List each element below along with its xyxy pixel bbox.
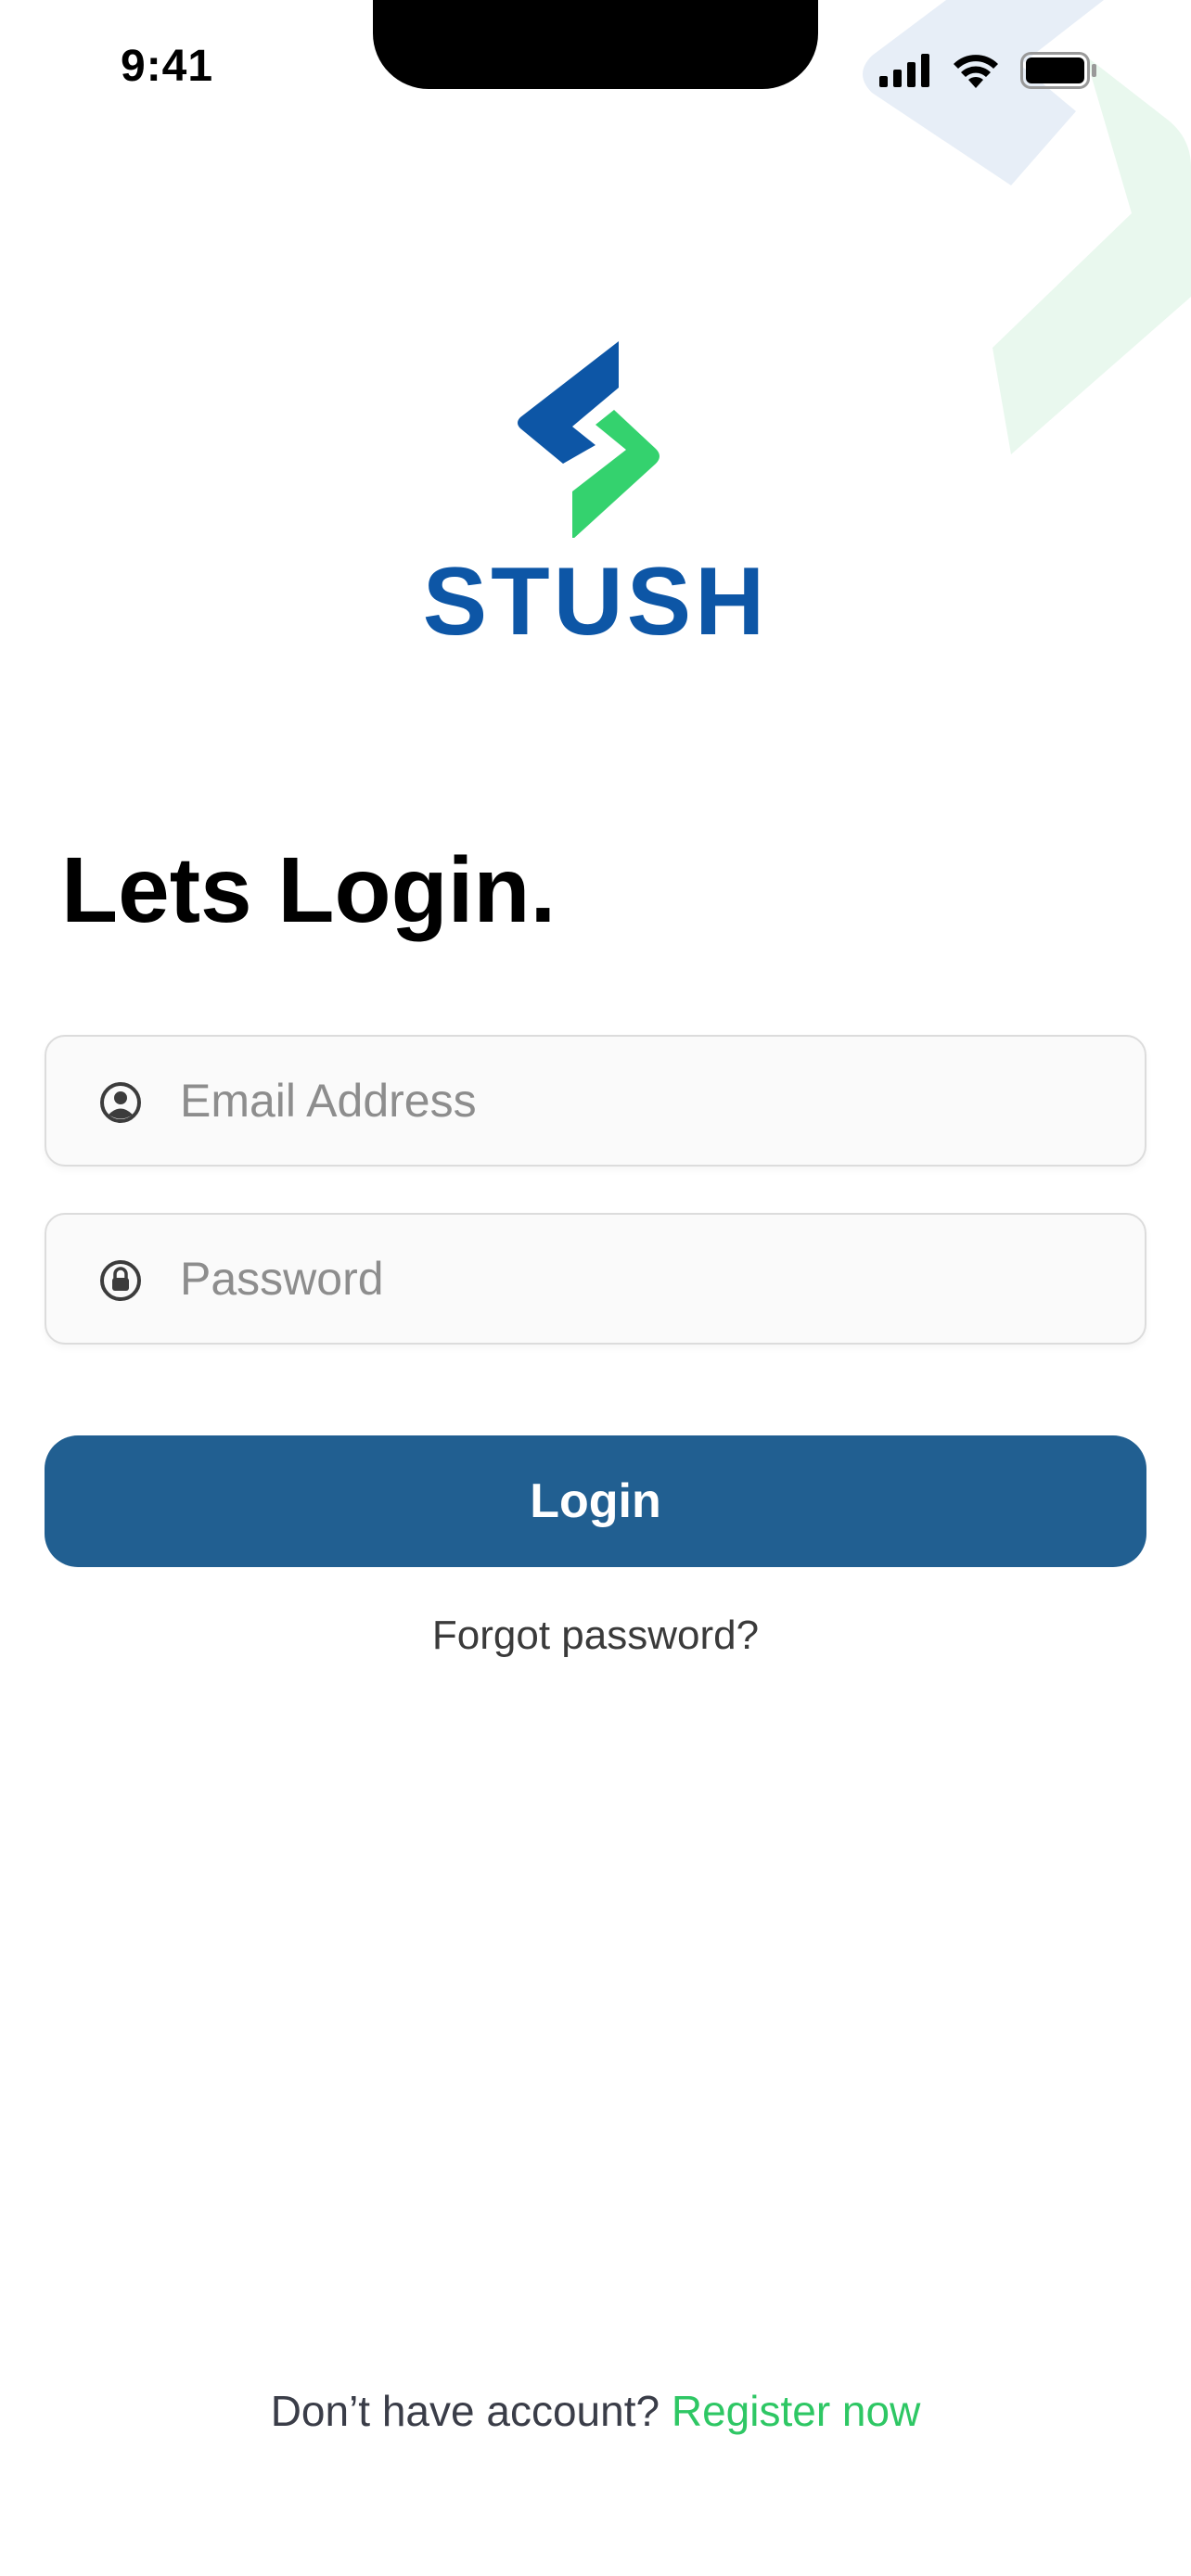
status-bar: 9:41 (0, 0, 1191, 130)
status-time: 9:41 (121, 42, 214, 91)
brand-logo: STUSH (0, 334, 1191, 653)
device-notch (373, 0, 818, 89)
wifi-icon (954, 55, 998, 88)
forgot-password-link[interactable]: Forgot password? (0, 1608, 1191, 1664)
password-field[interactable] (45, 1213, 1146, 1345)
stush-logo-icon (518, 341, 660, 538)
password-input[interactable] (180, 1215, 1108, 1343)
login-button[interactable]: Login (45, 1435, 1146, 1567)
lock-icon (100, 1260, 141, 1301)
brand-name: STUSH (422, 548, 769, 656)
register-now-link[interactable]: Register now (672, 2387, 920, 2435)
email-input[interactable] (180, 1037, 1108, 1165)
cellular-signal-icon (879, 54, 929, 87)
page-title: Lets Login. (61, 838, 557, 942)
email-field[interactable] (45, 1035, 1146, 1167)
battery-icon (1020, 52, 1096, 89)
register-prompt-text: Don’t have account? (270, 2387, 672, 2435)
status-icons (879, 50, 1098, 91)
user-circle-icon (100, 1082, 141, 1123)
register-prompt: Don’t have account? Register now (0, 2383, 1191, 2439)
